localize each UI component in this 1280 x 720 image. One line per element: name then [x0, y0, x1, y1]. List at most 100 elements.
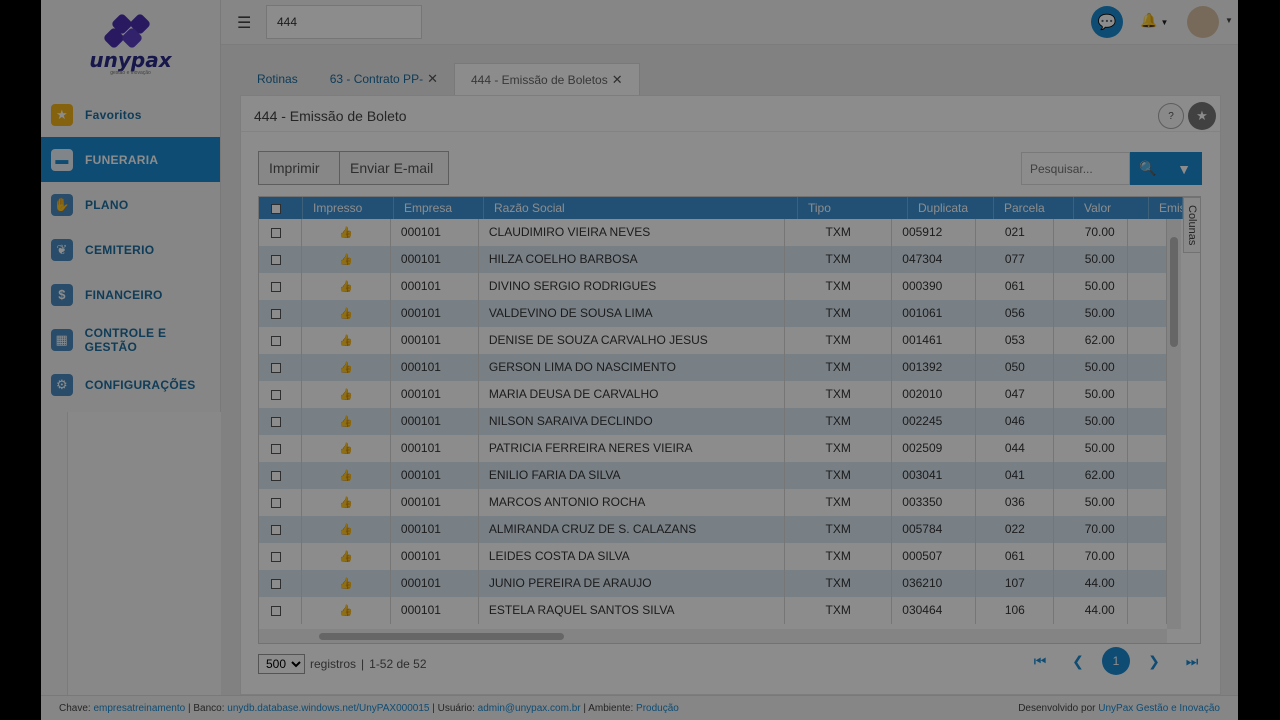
row-checkbox[interactable]	[259, 246, 303, 273]
printed-thumbs-up-icon: 👍	[302, 462, 391, 489]
tipo-cell: TXM	[785, 273, 893, 300]
column-header[interactable]: Empresa	[394, 197, 484, 219]
send-email-button[interactable]: Enviar E-mail	[339, 151, 449, 185]
favorite-star-icon[interactable]: ★	[1188, 102, 1216, 130]
app-window: unypax gestão e inovação ★ Favoritos ▬ FUNE…	[41, 0, 1238, 720]
sidebar-item-favoritos[interactable]: ★ Favoritos	[41, 92, 220, 137]
select-all-checkbox[interactable]	[259, 197, 303, 219]
tab-contrato[interactable]: 63 - Contrato PP- ✕	[314, 63, 454, 95]
row-checkbox[interactable]	[259, 543, 303, 570]
empresa-cell: 000101	[391, 597, 479, 624]
prev-page-icon[interactable]: ❮	[1059, 647, 1097, 675]
columns-toggle[interactable]: Colunas	[1183, 197, 1200, 253]
sidebar-item-funeraria[interactable]: ▬ FUNERARIA	[41, 137, 220, 182]
tipo-cell: TXM	[785, 327, 893, 354]
table-row[interactable]: 👍 000101 JUNIO PEREIRA DE ARAUJO TXM 036210 1…	[259, 570, 1167, 597]
chevron-down-icon[interactable]: ▼	[1225, 16, 1233, 25]
menu-icon[interactable]: ☰	[237, 13, 251, 33]
empresa-cell: 000101	[391, 354, 479, 381]
tipo-cell: TXM	[785, 489, 893, 516]
help-icon[interactable]: ?	[1158, 103, 1184, 129]
row-checkbox[interactable]	[259, 381, 303, 408]
footer-info: Chave: empresatreinamento | Banco: unydb…	[59, 703, 679, 714]
next-page-icon[interactable]: ❯	[1135, 647, 1173, 675]
page-size-select[interactable]: 500	[258, 654, 305, 674]
parcela-cell: 022	[976, 516, 1055, 543]
first-page-icon[interactable]: ⏮	[1021, 647, 1059, 675]
current-page-button[interactable]: 1	[1102, 647, 1130, 675]
row-checkbox[interactable]	[259, 219, 303, 246]
parcela-cell: 036	[976, 489, 1055, 516]
row-checkbox[interactable]	[259, 354, 303, 381]
column-header[interactable]: Razão Social	[484, 197, 798, 219]
column-header[interactable]: Impresso	[303, 197, 394, 219]
table-row[interactable]: 👍 000101 ESTELA RAQUEL SANTOS SILVA TXM 0304…	[259, 597, 1167, 624]
close-icon[interactable]: ✕	[427, 71, 438, 87]
table-row[interactable]: 👍 000101 ENILIO FARIA DA SILVA TXM 003041 041…	[259, 462, 1167, 489]
row-checkbox[interactable]	[259, 570, 303, 597]
tipo-cell: TXM	[785, 354, 893, 381]
row-checkbox[interactable]	[259, 435, 303, 462]
notifications-bell-icon[interactable]: 🔔 ▼	[1140, 12, 1168, 29]
search-icon[interactable]: 🔍	[1130, 152, 1166, 185]
parcela-cell: 021	[976, 219, 1055, 246]
table-row[interactable]: 👍 000101 DIVINO SERGIO RODRIGUES TXM 000390 0…	[259, 273, 1167, 300]
printed-thumbs-up-icon: 👍	[302, 273, 391, 300]
chat-icon[interactable]: 💬	[1091, 6, 1123, 38]
table-row[interactable]: 👍 000101 VALDEVINO DE SOUSA LIMA TXM 001061 0…	[259, 300, 1167, 327]
printed-thumbs-up-icon: 👍	[302, 543, 391, 570]
row-checkbox[interactable]	[259, 300, 303, 327]
table-row[interactable]: 👍 000101 LEIDES COSTA DA SILVA TXM 000507 061…	[259, 543, 1167, 570]
row-checkbox[interactable]	[259, 516, 303, 543]
table-row[interactable]: 👍 000101 HILZA COELHO BARBOSA TXM 047304 077 5…	[259, 246, 1167, 273]
table-row[interactable]: 👍 000101 MARIA DEUSA DE CARVALHO TXM 002010 0…	[259, 381, 1167, 408]
vertical-scrollbar[interactable]	[1167, 219, 1181, 629]
developer-link[interactable]: UnyPax Gestão e Inovação	[1098, 703, 1220, 714]
row-checkbox[interactable]	[259, 408, 303, 435]
tab-rotinas[interactable]: Rotinas	[241, 63, 314, 95]
table-row[interactable]: 👍 000101 DENISE DE SOUZA CARVALHO JESUS TXM…	[259, 327, 1167, 354]
valor-cell: 50.00	[1054, 408, 1128, 435]
column-header[interactable]: Duplicata	[908, 197, 994, 219]
table-row[interactable]: 👍 000101 MARCOS ANTONIO ROCHA TXM 003350 036 5…	[259, 489, 1167, 516]
footer-usuario: admin@unypax.com.br	[477, 703, 581, 714]
emissao-cell	[1128, 354, 1167, 381]
duplicata-cell: 001392	[892, 354, 977, 381]
filter-icon[interactable]: ▼	[1166, 152, 1202, 185]
razao-social-cell: ENILIO FARIA DA SILVA	[479, 462, 786, 489]
sidebar-item-controle-e-gest-o[interactable]: ▦ CONTROLE E GESTÃO	[41, 317, 220, 362]
sidebar-item-cemiterio[interactable]: ❦ CEMITERIO	[41, 227, 220, 272]
sidebar-item-plano[interactable]: ✋ PLANO	[41, 182, 220, 227]
logo[interactable]: unypax gestão e inovação	[41, 0, 220, 92]
sidebar-item-label: CEMITERIO	[85, 242, 155, 257]
tab-emissao-boletos[interactable]: 444 - Emissão de Boletos ✕	[453, 63, 640, 95]
column-header[interactable]: Parcela	[994, 197, 1074, 219]
column-header[interactable]: Valor	[1074, 197, 1149, 219]
tipo-cell: TXM	[785, 543, 893, 570]
row-checkbox[interactable]	[259, 327, 303, 354]
last-page-icon[interactable]: ⏭	[1173, 647, 1211, 675]
row-checkbox[interactable]	[259, 273, 303, 300]
sidebar-item-configura-es[interactable]: ⚙ CONFIGURAÇÕES	[41, 362, 220, 407]
parcela-cell: 106	[976, 597, 1055, 624]
table-row[interactable]: 👍 000101 PATRICIA FERREIRA NERES VIEIRA TXM…	[259, 435, 1167, 462]
sidebar-item-financeiro[interactable]: $ FINANCEIRO	[41, 272, 220, 317]
table-row[interactable]: 👍 000101 NILSON SARAIVA DECLINDO TXM 002245 0…	[259, 408, 1167, 435]
column-header[interactable]: Emis	[1149, 197, 1183, 219]
row-checkbox[interactable]	[259, 462, 303, 489]
table-row[interactable]: 👍 000101 ALMIRANDA CRUZ DE S. CALAZANS TXM 0…	[259, 516, 1167, 543]
topbar: ☰ 💬 🔔▼ ▼	[221, 0, 1238, 45]
row-checkbox[interactable]	[259, 597, 303, 624]
routine-search-input[interactable]	[266, 5, 422, 39]
row-checkbox[interactable]	[259, 489, 303, 516]
column-header[interactable]: Tipo	[798, 197, 908, 219]
table-row[interactable]: 👍 000101 GERSON LIMA DO NASCIMENTO TXM 00139…	[259, 354, 1167, 381]
grid-search-input[interactable]	[1021, 152, 1130, 185]
footer: Chave: empresatreinamento | Banco: unydb…	[41, 695, 1238, 720]
horizontal-scrollbar[interactable]	[259, 629, 1167, 643]
print-button[interactable]: Imprimir	[258, 151, 340, 185]
user-avatar[interactable]	[1187, 6, 1219, 38]
footer-label: Chave:	[59, 703, 91, 714]
close-icon[interactable]: ✕	[612, 72, 623, 88]
table-row[interactable]: 👍 000101 CLAUDIMIRO VIEIRA NEVES TXM 005912 0…	[259, 219, 1167, 246]
